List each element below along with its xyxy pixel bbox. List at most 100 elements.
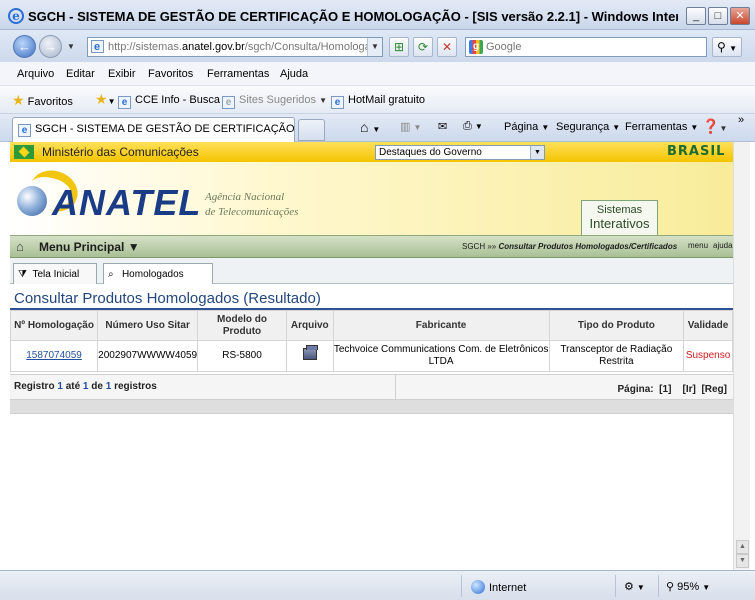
favorites-button[interactable]: ★ Favoritos (12, 92, 73, 109)
globe-icon (471, 580, 485, 594)
house-icon: ⌂ (16, 239, 24, 254)
security-menu[interactable]: Segurança ▼ (556, 121, 620, 133)
scroll-down-arrow[interactable]: ▼ (736, 554, 749, 568)
home-icon[interactable]: ⌂ ▼ (360, 119, 380, 135)
menu-exibir[interactable]: Exibir (108, 68, 136, 80)
fav-sites-sugeridos[interactable]: e Sites Sugeridos ▼ (222, 94, 327, 109)
tab-tela-inicial[interactable]: ⧩ Tela Inicial (13, 263, 97, 284)
cell-arquivo (285, 340, 334, 372)
col-fabricante[interactable]: Fabricante (332, 310, 550, 341)
cell-modelo: RS-5800 (197, 340, 287, 372)
menu-ferramentas[interactable]: Ferramentas (207, 68, 269, 80)
minimize-button[interactable]: _ (686, 7, 706, 25)
filter-icon: ⧩ (18, 269, 27, 280)
mail-icon[interactable]: ✉ (438, 120, 447, 133)
vertical-scrollbar[interactable]: ▲ ▼ (733, 142, 750, 570)
government-highlights-select[interactable]: Destaques do Governo ▼ (375, 145, 545, 160)
browser-tab-active[interactable]: e SGCH - SISTEMA DE GESTÃO DE CERTIFICAÇ… (12, 117, 295, 142)
brasil-logo: BRASIL (667, 144, 726, 159)
feeds-icon[interactable]: ▥ ▼ (400, 120, 421, 133)
search-icon: ⌕ (108, 269, 114, 280)
refresh-icon[interactable]: ⟳ (413, 37, 433, 57)
anatel-globe-icon (17, 186, 47, 216)
col-modelo[interactable]: Modelo do Produto (197, 310, 287, 341)
page-title: Consultar Produtos Homologados (Resultad… (14, 290, 321, 307)
ie-page-icon: e (118, 96, 131, 109)
col-homologacao[interactable]: Nº Homologação (10, 310, 99, 341)
stop-icon[interactable]: ✕ (437, 37, 457, 57)
brazil-flag-icon (14, 145, 34, 159)
cell-tipo: Transceptor de Radiação Restrita (548, 340, 685, 372)
homologacao-link[interactable]: 1587074059 (26, 350, 82, 361)
favorites-bar: ★ Favoritos ★▼ e CCE Info - Busca e Sites … (0, 86, 755, 114)
go-link[interactable]: [Ir] (683, 384, 696, 395)
zoom-control[interactable]: ⚲ 95% ▼ (666, 580, 710, 593)
page-icon (91, 38, 104, 56)
browser-tab-row: e SGCH - SISTEMA DE GESTÃO DE CERTIFICAÇ… (0, 114, 755, 142)
new-tab-button[interactable] (298, 119, 325, 141)
breadcrumb: SGCH »» Consultar Produtos Homologados/C… (462, 242, 678, 251)
menu-bar: Arquivo Editar Exibir Favoritos Ferramen… (0, 62, 755, 86)
cell-validade: Suspenso (683, 340, 733, 372)
star-icon: ★ (12, 92, 25, 108)
protected-mode-icon[interactable]: ⚙ ▼ (624, 580, 645, 593)
window-title: SGCH - SISTEMA DE GESTÃO DE CERTIFICAÇÃO… (28, 9, 678, 24)
address-dropdown[interactable]: ▼ (367, 38, 382, 56)
maximize-button[interactable]: □ (708, 7, 728, 25)
table-header-row: Nº Homologação Número Uso Sitar Modelo d… (10, 310, 733, 341)
menu-editar[interactable]: Editar (66, 68, 95, 80)
anatel-header: ANATEL Agência Nacional de Telecomunicaçõ… (10, 162, 733, 235)
ie-page-icon: e (331, 96, 344, 109)
col-arquivo[interactable]: Arquivo (285, 310, 334, 341)
search-input[interactable]: g Google (465, 37, 707, 57)
col-validade[interactable]: Validade (683, 310, 733, 341)
recent-pages-dropdown[interactable]: ▼ (67, 42, 75, 51)
main-menu-button[interactable]: Menu Principal ▼ (39, 240, 140, 254)
table-row: 1587074059 2002907WWWW4059 RS-5800 Techv… (10, 340, 733, 372)
footer-band (10, 400, 733, 414)
ie-page-icon: e (18, 124, 31, 137)
reg-link[interactable]: [Reg] (701, 384, 727, 395)
help-link[interactable]: ajuda (713, 241, 733, 250)
archive-icon[interactable] (302, 345, 318, 360)
menu-link[interactable]: menu (688, 241, 708, 250)
search-button[interactable]: ⚲ ▼ (712, 37, 742, 57)
page-menu[interactable]: Página ▼ (504, 121, 549, 133)
address-bar[interactable]: http://sistemas.anatel.gov.br/sgch/Consu… (87, 37, 383, 57)
anatel-subtitle: Agência Nacional de Telecomunicações (205, 191, 299, 218)
menu-ajuda[interactable]: Ajuda (280, 68, 308, 80)
compatibility-view-icon[interactable]: ⊞ (389, 37, 409, 57)
forward-button[interactable]: → (39, 35, 62, 58)
main-menu-bar: ⌂ Menu Principal ▼ SGCH »» Consultar Pro… (10, 235, 733, 258)
scroll-up-arrow[interactable]: ▲ (736, 540, 749, 554)
print-icon[interactable]: ⎙ ▼ (463, 120, 483, 133)
back-button[interactable]: ← (13, 35, 36, 58)
tools-menu[interactable]: Ferramentas ▼ (625, 121, 698, 133)
window-titlebar: e SGCH - SISTEMA DE GESTÃO DE CERTIFICAÇ… (0, 0, 755, 30)
help-icon[interactable]: ❓▼ (702, 118, 727, 135)
col-tipo-produto[interactable]: Tipo do Produto (548, 310, 685, 341)
google-icon: g (469, 40, 483, 54)
government-bar: Ministério das Comunicações Destaques do… (10, 142, 733, 162)
fav-cce-info[interactable]: e CCE Info - Busca (118, 94, 220, 109)
cell-fabricante: Techvoice Communications Com. de Eletrôn… (332, 340, 550, 372)
ie-page-icon: e (222, 96, 235, 109)
col-numero-sitar[interactable]: Número Uso Sitar (97, 310, 199, 341)
more-chevron-icon[interactable]: » (738, 114, 744, 126)
pagination-bar: Registro 1 até 1 de 1 registros Página: … (10, 374, 733, 401)
add-favorite-icon[interactable]: ★▼ (95, 91, 115, 108)
fav-hotmail[interactable]: e HotMail gratuito (331, 94, 425, 109)
status-bar: Internet ⚙ ▼ ⚲ 95% ▼ (0, 570, 755, 600)
menu-arquivo[interactable]: Arquivo (17, 68, 54, 80)
chevron-down-icon: ▼ (530, 146, 544, 159)
menu-favoritos[interactable]: Favoritos (148, 68, 193, 80)
results-table: Nº Homologação Número Uso Sitar Modelo d… (10, 310, 733, 372)
pagination-controls: Página: [1] [Ir] [Reg] (617, 384, 727, 395)
sistemas-interativos-tab[interactable]: Sistemas Interativos (581, 200, 658, 235)
ie-icon: e (8, 8, 24, 24)
tab-homologados[interactable]: ⌕ Homologados (103, 263, 213, 284)
cell-homologacao: 1587074059 (10, 340, 99, 372)
close-button[interactable]: ✕ (730, 7, 750, 25)
page-number-link[interactable]: [1] (659, 384, 671, 395)
record-count: Registro 1 até 1 de 1 registros (14, 381, 157, 392)
